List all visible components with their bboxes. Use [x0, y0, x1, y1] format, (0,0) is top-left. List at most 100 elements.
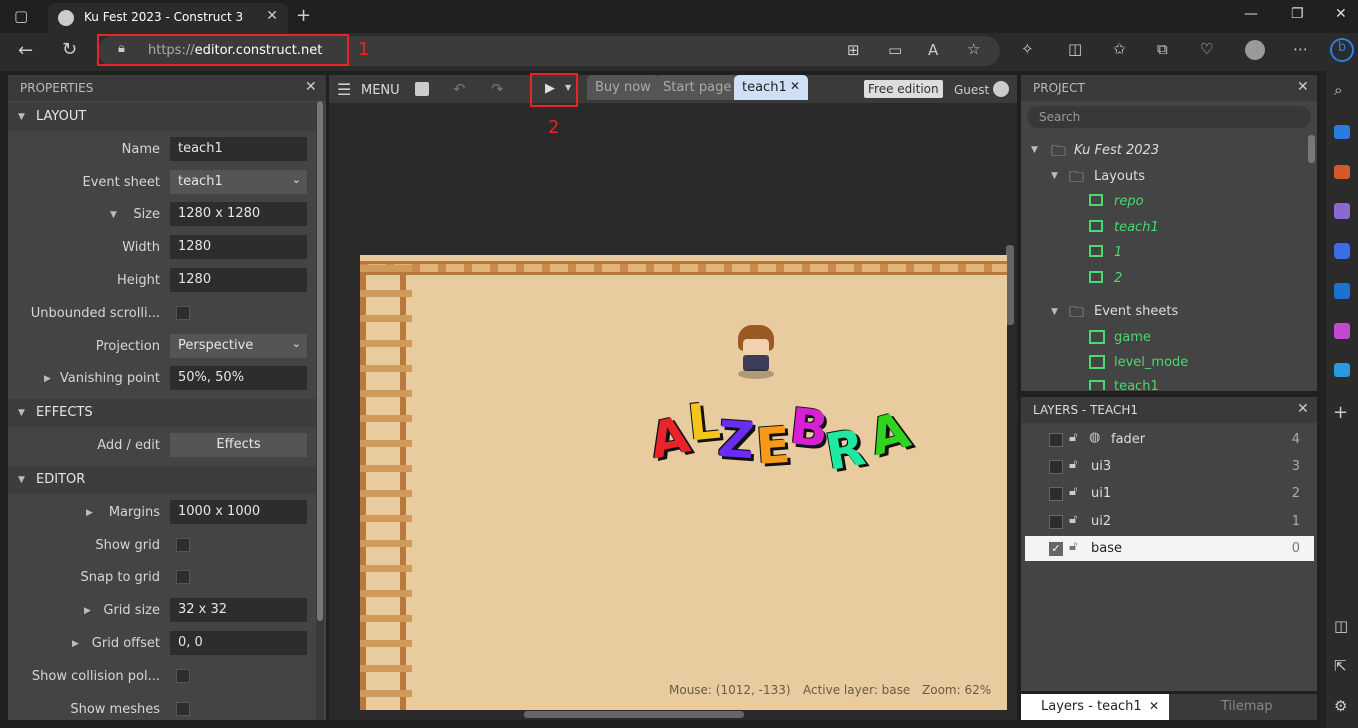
browser-essentials-icon[interactable]: ♡: [1200, 40, 1213, 58]
lock-icon[interactable]: 🔓︎: [1069, 430, 1077, 445]
tab-close-icon[interactable]: ✕: [790, 79, 800, 93]
tab-tilemap[interactable]: Tilemap: [1221, 699, 1273, 714]
extensions-icon[interactable]: ✧: [1021, 40, 1034, 58]
undo-icon[interactable]: ↶: [453, 80, 466, 98]
size-field[interactable]: 1280 x 1280: [170, 202, 307, 226]
outlook-icon[interactable]: [1334, 283, 1350, 299]
editor-section-header[interactable]: EDITOR: [8, 466, 316, 494]
effects-button[interactable]: Effects: [170, 433, 307, 457]
snap-checkbox[interactable]: [176, 570, 190, 584]
project-root[interactable]: Ku Fest 2023: [1074, 143, 1159, 158]
close-window-icon[interactable]: ✕: [1335, 6, 1347, 22]
layer-row-ui3[interactable]: 🔓︎ ui3 3: [1025, 454, 1314, 479]
margins-field[interactable]: 1000 x 1000: [170, 500, 307, 524]
meshes-checkbox[interactable]: [176, 702, 190, 716]
game-title-logo[interactable]: A L Z E B R A: [644, 391, 940, 503]
effects-collapse-icon[interactable]: ▼: [18, 408, 25, 418]
minimize-icon[interactable]: —: [1244, 6, 1258, 22]
layout-section-header[interactable]: LAYOUT: [8, 103, 316, 131]
showgrid-checkbox[interactable]: [176, 538, 190, 552]
tab-close-icon[interactable]: ✕: [1149, 699, 1159, 713]
layouts-folder[interactable]: Layouts: [1094, 169, 1145, 184]
layout-item-2[interactable]: 2: [1114, 271, 1122, 286]
lock-icon[interactable]: 🔓︎: [1069, 457, 1077, 472]
tab-close-icon[interactable]: ✕: [266, 8, 278, 24]
properties-close-icon[interactable]: ✕: [305, 79, 317, 95]
drop-icon[interactable]: [1334, 363, 1350, 377]
vanishing-field[interactable]: 50%, 50%: [170, 366, 307, 390]
size-expand-icon[interactable]: ▼: [110, 210, 117, 220]
read-aloud-icon[interactable]: A: [928, 41, 938, 59]
lock-icon[interactable]: 🔓︎: [1069, 539, 1077, 554]
eventsheet-select[interactable]: teach1 ⌄: [170, 170, 307, 194]
layer-visibility-checkbox[interactable]: ✓: [1049, 542, 1063, 556]
gridoffset-field[interactable]: 0, 0: [170, 631, 307, 655]
gridsize-field[interactable]: 32 x 32: [170, 598, 307, 622]
layer-row-ui2[interactable]: 🔓︎ ui2 1: [1025, 509, 1314, 534]
unbounded-checkbox[interactable]: [176, 306, 190, 320]
eventsheet-item-game[interactable]: game: [1114, 330, 1151, 345]
reading-view-icon[interactable]: ▭: [888, 41, 902, 59]
tab-actions-icon[interactable]: ▢: [14, 7, 28, 25]
menu-label[interactable]: MENU: [361, 83, 400, 98]
gridoffset-expand-icon[interactable]: ▶: [72, 639, 79, 649]
horizontal-scrollbar[interactable]: [524, 711, 744, 718]
tab-layers-teach1[interactable]: Layers - teach1 ✕: [1021, 694, 1169, 720]
tab-teach1[interactable]: teach1 ✕: [734, 75, 808, 100]
eventsheets-collapse-icon[interactable]: ▼: [1051, 307, 1058, 317]
properties-scrollbar[interactable]: [316, 101, 324, 720]
designer-icon[interactable]: [1334, 323, 1350, 339]
vanishing-expand-icon[interactable]: ▶: [44, 374, 51, 384]
layer-row-fader[interactable]: 🔓︎ ◍ fader 4: [1025, 427, 1314, 452]
layer-visibility-checkbox[interactable]: [1049, 460, 1063, 474]
back-icon[interactable]: ←: [18, 40, 33, 61]
projection-select[interactable]: Perspective ⌄: [170, 334, 307, 358]
profile-avatar[interactable]: [1245, 40, 1265, 60]
project-search-input[interactable]: Search: [1027, 106, 1311, 128]
new-tab-icon[interactable]: +: [296, 5, 311, 26]
tab-buy-now[interactable]: Buy now: [587, 75, 659, 100]
layer-visibility-checkbox[interactable]: [1049, 433, 1063, 447]
restore-icon[interactable]: ❐: [1291, 6, 1304, 22]
guest-label[interactable]: Guest: [954, 83, 989, 97]
height-field[interactable]: 1280: [170, 268, 307, 292]
more-menu-icon[interactable]: ⋯: [1293, 40, 1308, 58]
open-external-icon[interactable]: ⇱: [1334, 657, 1347, 675]
layout-item-repo[interactable]: repo: [1114, 194, 1144, 209]
collision-checkbox[interactable]: [176, 669, 190, 683]
root-collapse-icon[interactable]: ▼: [1031, 145, 1038, 155]
player-character[interactable]: [734, 325, 778, 381]
search-icon[interactable]: ⌕: [1334, 81, 1342, 99]
refresh-icon[interactable]: ↻: [62, 39, 77, 60]
layout-canvas[interactable]: A L Z E B R A: [360, 255, 1007, 710]
vertical-scrollbar[interactable]: [1006, 245, 1014, 325]
save-icon[interactable]: [415, 82, 429, 96]
project-close-icon[interactable]: ✕: [1297, 79, 1309, 95]
layers-close-icon[interactable]: ✕: [1297, 401, 1309, 417]
shopping-icon[interactable]: [1334, 125, 1350, 139]
editor-collapse-icon[interactable]: ▼: [18, 475, 25, 485]
margins-expand-icon[interactable]: ▶: [86, 508, 93, 518]
tools-icon[interactable]: [1334, 165, 1350, 179]
layouts-collapse-icon[interactable]: ▼: [1051, 171, 1058, 181]
menu-hamburger-icon[interactable]: ☰: [337, 80, 351, 99]
microsoft365-icon[interactable]: [1334, 243, 1350, 259]
width-field[interactable]: 1280: [170, 235, 307, 259]
layer-row-base[interactable]: ✓ 🔓︎ base 0: [1025, 536, 1314, 561]
user-avatar-icon[interactable]: [993, 81, 1009, 97]
add-sidebar-icon[interactable]: +: [1333, 402, 1348, 423]
layer-row-ui1[interactable]: 🔓︎ ui1 2: [1025, 481, 1314, 506]
redo-icon[interactable]: ↷: [491, 80, 504, 98]
effects-section-header[interactable]: EFFECTS: [8, 399, 316, 427]
free-edition-badge[interactable]: Free edition: [864, 80, 943, 98]
tab-start-page[interactable]: Start page: [655, 75, 740, 100]
layer-visibility-checkbox[interactable]: [1049, 487, 1063, 501]
layer-visibility-checkbox[interactable]: [1049, 515, 1063, 529]
eventsheet-item-teach1[interactable]: teach1: [1114, 379, 1159, 391]
eventsheets-folder[interactable]: Event sheets: [1094, 304, 1178, 319]
split-screen-icon[interactable]: ◫: [1068, 40, 1082, 58]
layout-item-1[interactable]: 1: [1114, 245, 1122, 260]
games-icon[interactable]: [1334, 203, 1350, 219]
apps-icon[interactable]: ⊞: [847, 41, 860, 59]
gridsize-expand-icon[interactable]: ▶: [84, 606, 91, 616]
